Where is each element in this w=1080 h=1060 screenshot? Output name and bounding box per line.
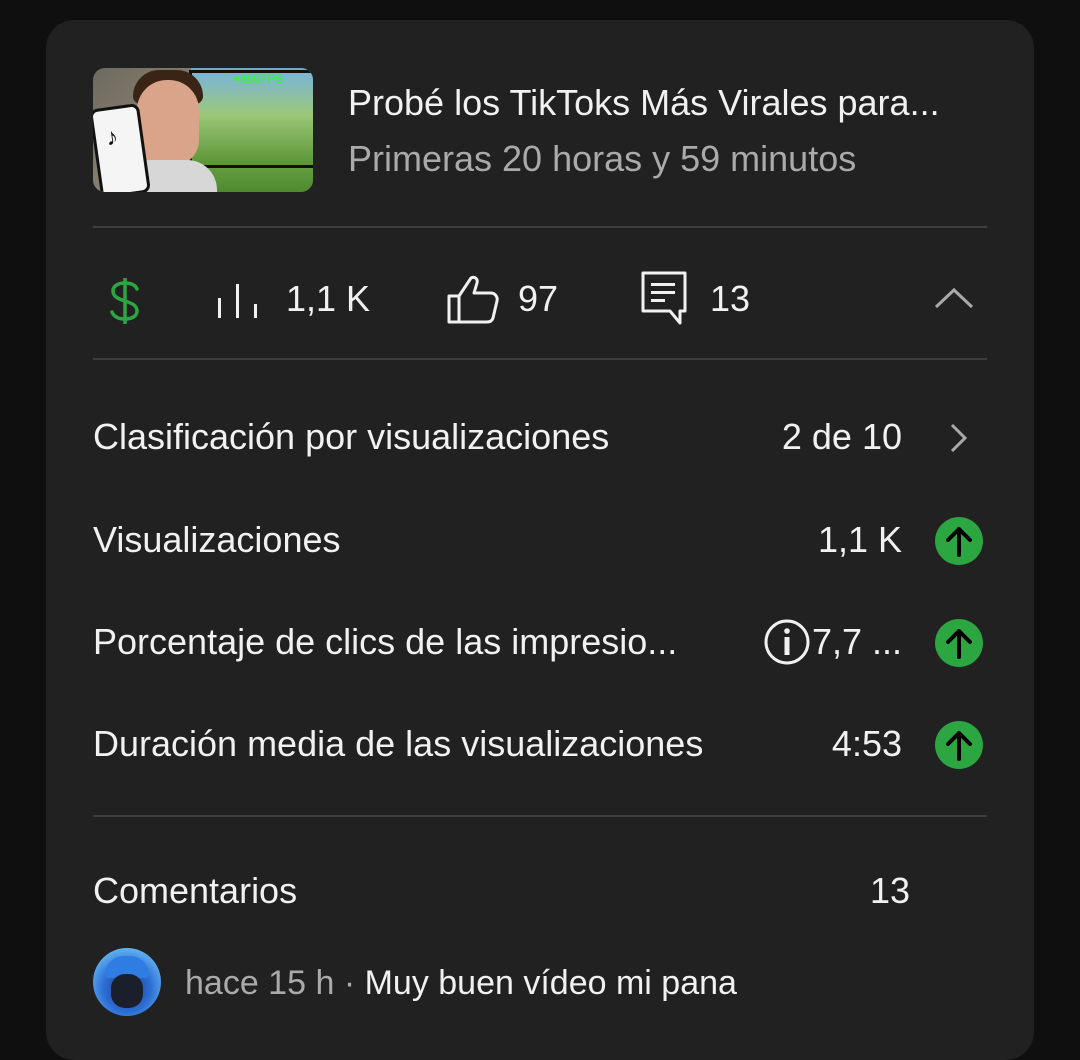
metric-value: 7,7 ... — [811, 621, 902, 662]
dollar-icon[interactable] — [108, 276, 142, 326]
bar-chart-icon — [218, 284, 257, 318]
metric-label: Duración media de las visualizaciones — [93, 723, 704, 764]
comments-count: 13 — [710, 278, 751, 319]
thumbnail-person — [137, 80, 199, 166]
views-count: 1,1 K — [286, 278, 371, 319]
comment-separator: · — [343, 964, 356, 1002]
comment-text: Muy buen vídeo mi pana — [364, 964, 737, 1002]
comment-icon[interactable] — [640, 270, 688, 326]
comments-total: 13 — [869, 870, 910, 911]
comments-label: Comentarios — [93, 870, 298, 911]
metric-label: Visualizaciones — [93, 519, 341, 560]
thumbnail-fps-text: +800FPS — [233, 72, 284, 86]
comment-time: hace 15 h — [185, 964, 335, 1002]
divider — [93, 226, 987, 228]
divider — [93, 815, 987, 817]
metric-value: 4:53 — [831, 723, 902, 764]
arrow-up-circle-icon — [935, 517, 983, 565]
video-period: Primeras 20 horas y 59 minutos — [348, 138, 857, 179]
metric-value: 1,1 K — [817, 519, 902, 560]
metric-value: 2 de 10 — [781, 416, 902, 457]
likes-count: 97 — [518, 278, 559, 319]
thumbs-up-icon[interactable] — [446, 274, 500, 324]
arrow-up-circle-icon — [935, 721, 983, 769]
divider — [93, 358, 987, 360]
chevron-right-icon[interactable] — [948, 423, 968, 453]
arrow-up-circle-icon — [935, 619, 983, 667]
video-title[interactable]: Probé los TikToks Más Virales para... — [348, 82, 988, 124]
chevron-up-icon[interactable] — [934, 286, 974, 310]
metric-label: Porcentaje de clics de las impresio... — [93, 621, 678, 662]
tiktok-logo-icon: ♪ — [104, 123, 120, 152]
comment-preview[interactable]: hace 15 h · Muy buen vídeo mi pana — [185, 964, 737, 1003]
info-icon[interactable] — [763, 618, 811, 666]
metric-label: Clasificación por visualizaciones — [93, 416, 610, 457]
avatar[interactable] — [93, 948, 161, 1016]
video-analytics-card: +800FPS ♪ Probé los TikToks Más Virales … — [46, 20, 1034, 1060]
video-thumbnail[interactable]: +800FPS ♪ — [93, 68, 313, 192]
